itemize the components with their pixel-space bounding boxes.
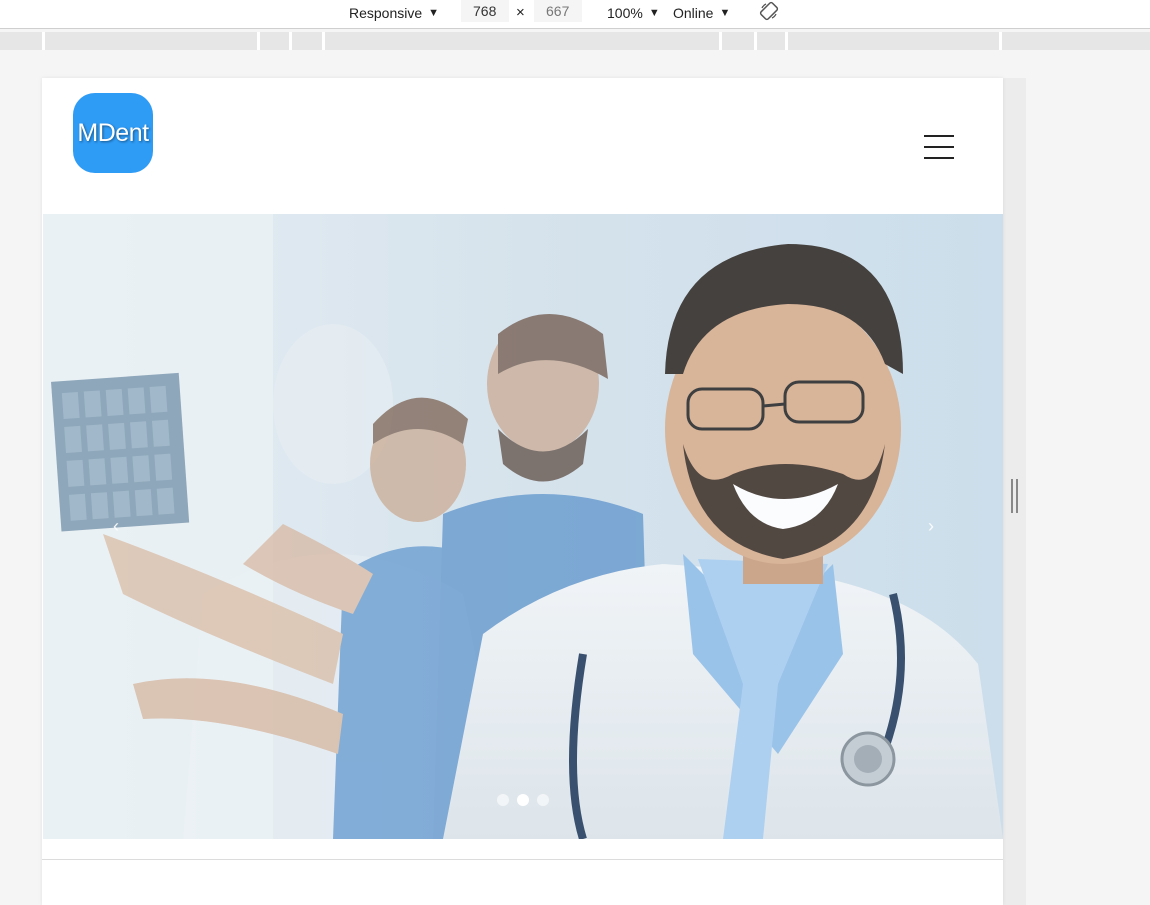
dropdown-arrow-icon: ▼ (719, 7, 731, 19)
media-query-segment[interactable] (257, 32, 290, 50)
device-toolbar: Responsive ▼ × 100% ▼ Online ▼ (0, 0, 1150, 29)
hero-carousel: ‹ › (43, 214, 1003, 839)
zoom-select[interactable]: 100% ▼ (607, 3, 660, 23)
media-query-segment[interactable] (42, 32, 258, 50)
media-query-segment[interactable] (719, 32, 755, 50)
viewport-resize-handle[interactable] (1011, 479, 1020, 513)
site-logo[interactable]: MDent (73, 93, 153, 173)
chevron-left-icon[interactable]: ‹ (101, 514, 131, 538)
width-input[interactable] (461, 0, 509, 22)
dropdown-arrow-icon: ▼ (648, 7, 660, 19)
hamburger-menu-icon[interactable] (918, 132, 960, 162)
logo-text: MDent (77, 118, 149, 147)
media-query-segment[interactable] (999, 32, 1150, 50)
carousel-indicators (497, 794, 549, 806)
hero-image (43, 214, 1003, 839)
media-query-segment[interactable] (322, 32, 720, 50)
carousel-dot-1[interactable] (497, 794, 509, 806)
height-input[interactable] (534, 0, 582, 22)
media-query-segment[interactable] (785, 32, 1001, 50)
chevron-right-icon[interactable]: › (916, 514, 946, 538)
section-divider (42, 859, 1003, 860)
dropdown-arrow-icon: ▼ (428, 7, 440, 19)
throttle-label: Online (673, 5, 714, 21)
device-label: Responsive (349, 5, 423, 21)
media-query-bar (0, 32, 1150, 50)
device-select[interactable]: Responsive ▼ (349, 3, 439, 23)
throttle-select[interactable]: Online ▼ (673, 3, 730, 23)
emulated-viewport: MDent ‹ › (42, 78, 1003, 905)
zoom-label: 100% (607, 5, 643, 21)
times-icon: × (516, 4, 525, 21)
media-query-segment[interactable] (754, 32, 787, 50)
media-query-segment[interactable] (289, 32, 325, 50)
carousel-dot-2[interactable] (517, 794, 529, 806)
carousel-dot-3[interactable] (537, 794, 549, 806)
rotate-icon[interactable] (759, 1, 779, 21)
